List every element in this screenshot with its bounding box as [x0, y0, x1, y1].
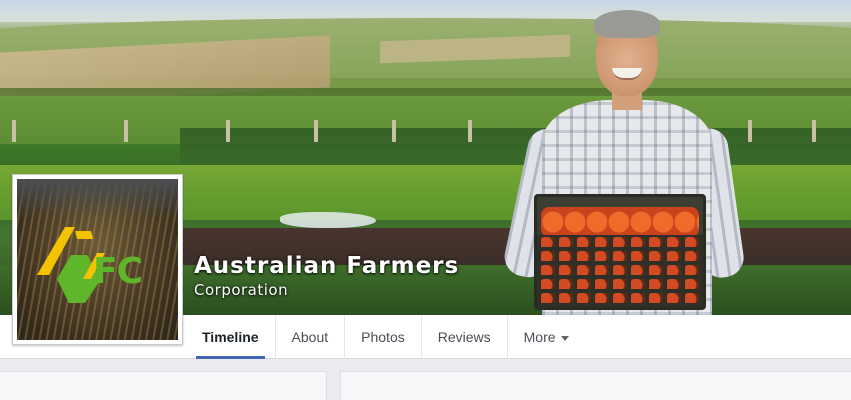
profile-picture[interactable]: FC	[12, 174, 183, 345]
fence-post	[392, 120, 396, 142]
tab-label: More	[523, 329, 556, 345]
tab-more[interactable]: More	[508, 315, 585, 359]
tab-label: Reviews	[437, 329, 491, 345]
logo-text: FC	[93, 251, 142, 292]
fence-post	[812, 120, 816, 142]
cover-field-fleece	[280, 212, 376, 228]
page-category: Corporation	[194, 281, 289, 299]
fence-post	[468, 120, 472, 142]
fence-post	[12, 120, 16, 142]
fence-post	[748, 120, 752, 142]
page-tabs: Timeline About Photos Reviews More	[186, 315, 585, 359]
tab-timeline[interactable]: Timeline	[186, 315, 276, 359]
right-column-card	[340, 371, 851, 400]
tab-about[interactable]: About	[276, 315, 346, 359]
fence-post	[124, 120, 128, 142]
tab-label: Photos	[361, 329, 405, 345]
page-title[interactable]: Australian Farmers	[194, 252, 459, 280]
farmer-figure	[500, 8, 747, 315]
page-name-block: Australian Farmers Corporation	[194, 252, 459, 299]
fence-post	[226, 120, 230, 142]
tab-photos[interactable]: Photos	[345, 315, 422, 359]
tomato-crate	[534, 194, 706, 310]
tomatoes	[541, 207, 699, 237]
tab-label: Timeline	[202, 329, 259, 345]
afc-logo: FC	[37, 227, 143, 303]
logo-stroke-yellow	[75, 231, 93, 239]
profile-picture-image: FC	[17, 179, 178, 340]
caret-down-icon	[560, 335, 569, 341]
tab-label: About	[291, 329, 329, 345]
profile-sky	[17, 179, 178, 219]
left-column-card	[0, 371, 327, 400]
crate-grid	[537, 235, 703, 307]
farmer-hair	[594, 10, 660, 38]
tab-reviews[interactable]: Reviews	[422, 315, 508, 359]
fence-post	[314, 120, 318, 142]
